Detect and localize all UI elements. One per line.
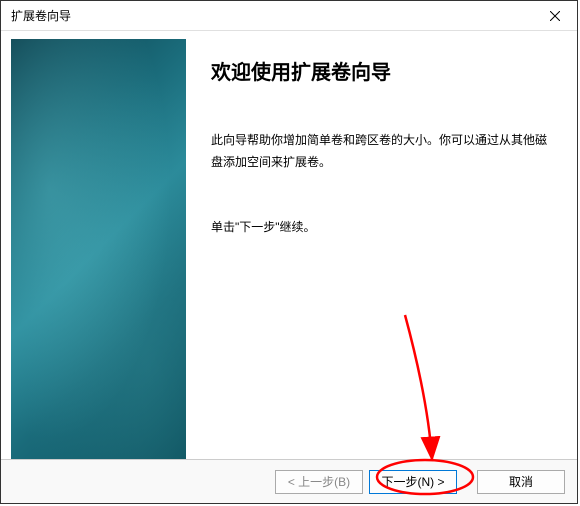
close-button[interactable]: [532, 1, 577, 31]
window-title: 扩展卷向导: [11, 7, 71, 24]
next-button[interactable]: 下一步(N) >: [369, 470, 457, 494]
button-bar: < 上一步(B) 下一步(N) > 取消: [1, 459, 577, 503]
wizard-description: 此向导帮助你增加简单卷和跨区卷的大小。你可以通过从其他磁盘添加空间来扩展卷。: [211, 130, 547, 173]
cancel-button[interactable]: 取消: [477, 470, 565, 494]
wizard-instruction: 单击"下一步"继续。: [211, 218, 547, 235]
wizard-dialog: 扩展卷向导 欢迎使用扩展卷向导 此向导帮助你增加简单卷和跨区卷的大小。你可以通过…: [0, 0, 578, 504]
wizard-side-image: [11, 39, 186, 459]
content-area: 欢迎使用扩展卷向导 此向导帮助你增加简单卷和跨区卷的大小。你可以通过从其他磁盘添…: [1, 31, 577, 451]
main-panel: 欢迎使用扩展卷向导 此向导帮助你增加简单卷和跨区卷的大小。你可以通过从其他磁盘添…: [186, 31, 577, 451]
close-icon: [550, 11, 560, 21]
titlebar: 扩展卷向导: [1, 1, 577, 31]
wizard-heading: 欢迎使用扩展卷向导: [211, 56, 547, 85]
back-button[interactable]: < 上一步(B): [275, 470, 363, 494]
